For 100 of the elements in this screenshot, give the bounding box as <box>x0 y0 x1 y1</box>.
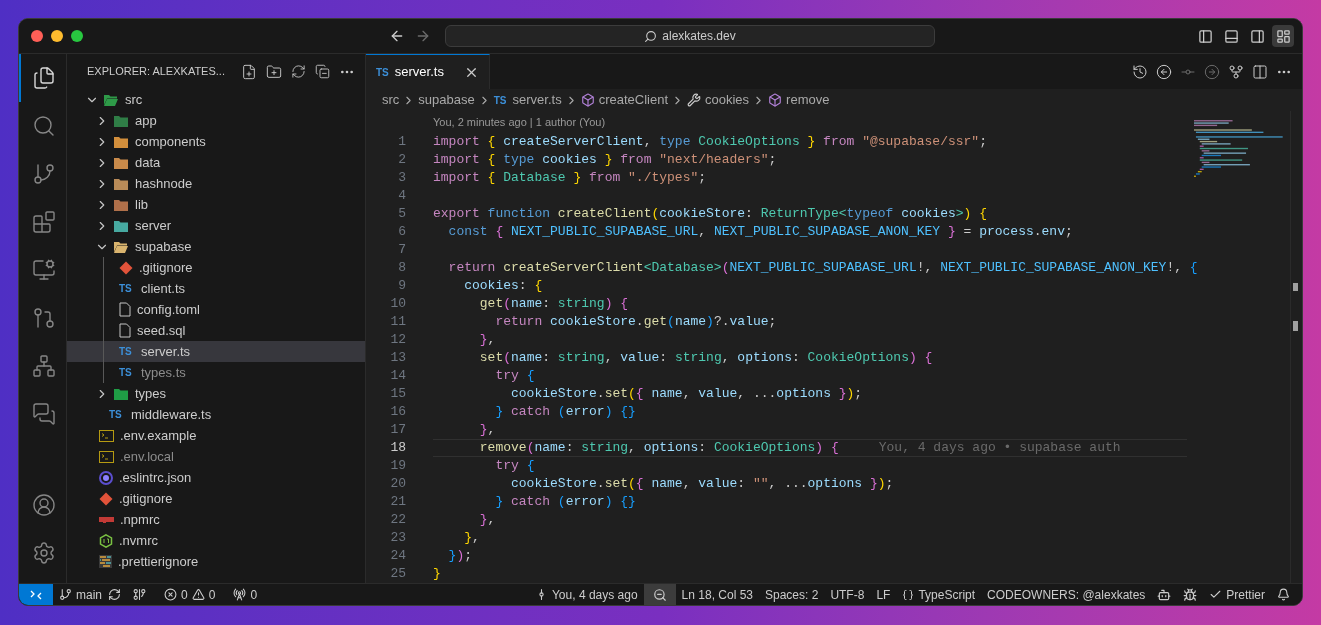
blame-button[interactable]: You, 4 days ago <box>528 584 644 605</box>
file-item[interactable]: .gitignore <box>67 488 365 509</box>
typescript-icon: TS <box>119 283 135 294</box>
explorer-title: EXPLORER: ALEXKATES... <box>87 64 225 80</box>
folder-item[interactable]: app <box>67 110 365 131</box>
file-item[interactable]: TS middleware.ts <box>67 404 365 425</box>
previous-change-icon[interactable] <box>1156 63 1172 80</box>
status-item[interactable]: Ln 18, Col 53 <box>675 584 759 605</box>
file-item[interactable]: TS client.ts <box>67 278 365 299</box>
node-icon <box>99 533 113 548</box>
git-graph-icon <box>31 306 56 330</box>
status-item[interactable]: UTF-8 <box>824 584 871 605</box>
sidebar-toggle-icon <box>1197 28 1213 44</box>
folder-item[interactable]: src <box>67 89 365 110</box>
line-number: 6 <box>397 223 406 242</box>
file-item[interactable]: .prettierignore <box>67 551 365 572</box>
layout-icon <box>1275 28 1291 44</box>
prettier-button[interactable]: Prettier <box>1203 584 1271 605</box>
close-window-button[interactable] <box>31 30 43 42</box>
code-line: }, <box>478 331 496 350</box>
code-line: try { <box>494 367 535 386</box>
blame-annotation: You, 4 days ago • supabase auth <box>878 439 1121 458</box>
codelens[interactable]: You, 2 minutes ago | 1 author (You) <box>433 113 606 131</box>
zoom-window-button[interactable] <box>71 30 83 42</box>
next-change-icon[interactable] <box>1204 63 1220 80</box>
code-line: remove(name: string, options: CookieOptions) { <box>478 439 839 458</box>
file-icon <box>119 323 131 338</box>
breadcrumb-item[interactable]: createClient <box>598 90 668 110</box>
line-number: 5 <box>397 205 406 224</box>
folder-icon <box>113 218 129 233</box>
history-icon[interactable] <box>1132 63 1148 80</box>
folder-icon <box>113 134 129 149</box>
breadcrumb-item[interactable]: server.ts <box>512 90 562 110</box>
code-line: return cookieStore.get(name)?.value; <box>494 313 777 332</box>
status-item[interactable]: Spaces: 2 <box>759 584 825 605</box>
back-icon[interactable] <box>389 28 405 44</box>
file-item[interactable]: TS server.ts <box>67 341 365 362</box>
layout-button[interactable] <box>1272 25 1294 47</box>
ports-button[interactable]: 0 <box>227 584 264 605</box>
file-item[interactable]: TS types.ts <box>67 362 365 383</box>
status-item[interactable]: CODEOWNERS: @alexkates <box>981 584 1152 605</box>
file-item[interactable]: .env.example <box>67 425 365 446</box>
containers-icon <box>31 354 56 378</box>
command-center[interactable]: alexkates.dev <box>445 25 935 47</box>
folder-item[interactable]: hashnode <box>67 173 365 194</box>
breadcrumb-item[interactable]: src <box>382 90 400 110</box>
line-number: 21 <box>389 493 406 512</box>
file-item[interactable]: seed.sql <box>67 320 365 341</box>
git-icon <box>99 491 113 506</box>
terminal-file-icon <box>99 450 114 463</box>
remote-button[interactable] <box>19 584 53 605</box>
problems-button[interactable]: 0 0 <box>158 584 222 605</box>
new-folder-icon[interactable] <box>266 63 282 80</box>
status-item[interactable]: LF <box>870 584 897 605</box>
branch-button[interactable]: main <box>53 584 127 605</box>
file-item[interactable]: .nvmrc <box>67 530 365 551</box>
folder-item[interactable]: server <box>67 215 365 236</box>
extensions-icon <box>31 210 56 234</box>
folder-item[interactable]: supabase <box>67 236 365 257</box>
refresh-icon[interactable] <box>291 64 306 79</box>
collapse-all-icon[interactable] <box>315 64 330 79</box>
line-number: 2 <box>397 151 406 170</box>
breadcrumb-item[interactable]: cookies <box>705 90 750 110</box>
breadcrumb-item[interactable]: supabase <box>418 90 475 110</box>
split-editor-icon[interactable] <box>1252 63 1268 80</box>
git-fork-icon[interactable] <box>1228 63 1244 80</box>
folder-item[interactable]: lib <box>67 194 365 215</box>
folder-item[interactable]: data <box>67 152 365 173</box>
zoom-button[interactable] <box>643 584 676 605</box>
editor-tab[interactable]: TS server.ts <box>366 54 490 89</box>
folder-item[interactable]: types <box>67 383 365 404</box>
bug-icon <box>1183 587 1198 602</box>
sync-icon <box>108 588 121 601</box>
code-line: }); <box>447 547 473 566</box>
robot-icon <box>1157 587 1172 602</box>
code-line: cookies: { <box>463 277 543 296</box>
code-line: }, <box>478 511 496 530</box>
code-line: }, <box>478 421 496 440</box>
line-number: 3 <box>397 169 406 188</box>
file-item[interactable]: .eslintrc.json <box>67 467 365 488</box>
line-number: 23 <box>389 529 406 548</box>
line-number: 25 <box>389 565 406 584</box>
forward-icon[interactable] <box>415 28 431 44</box>
minimize-window-button[interactable] <box>51 30 63 42</box>
branch-icon <box>59 588 72 601</box>
file-item[interactable]: .env.local <box>67 446 365 467</box>
file-item[interactable]: .npmrc <box>67 509 365 530</box>
line-number: 1 <box>397 133 406 152</box>
language-button[interactable]: TypeScript <box>896 584 982 605</box>
antenna-icon <box>233 588 247 601</box>
code-line: import { createServerClient, type CookieOptions } from "@supabase/ssr"; <box>433 133 987 152</box>
line-number: 20 <box>389 475 406 494</box>
line-number: 19 <box>389 457 406 476</box>
breadcrumb-item[interactable]: remove <box>786 90 830 110</box>
line-number: 8 <box>397 259 406 278</box>
npm-icon <box>99 516 114 523</box>
new-file-icon[interactable] <box>241 63 257 80</box>
file-item[interactable]: .gitignore <box>67 257 365 278</box>
file-item[interactable]: config.toml <box>67 299 365 320</box>
folder-item[interactable]: components <box>67 131 365 152</box>
